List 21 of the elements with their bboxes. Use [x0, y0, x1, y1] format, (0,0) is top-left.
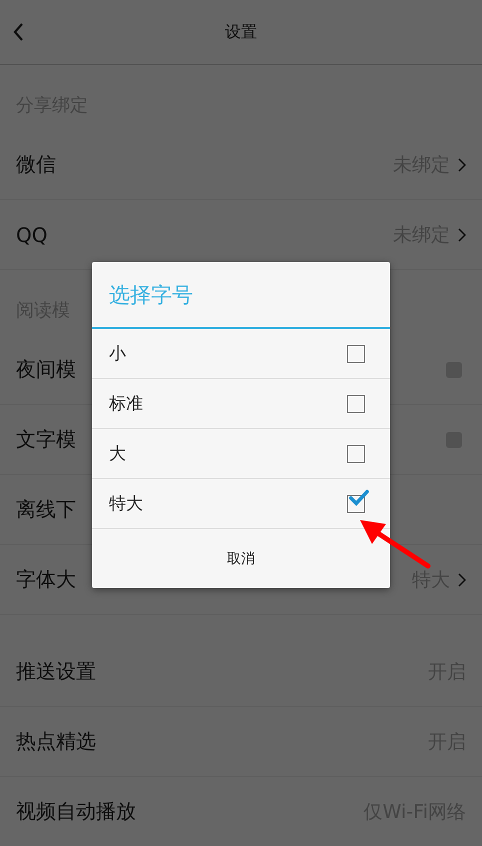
setting-label[interactable]: 热点精选 [16, 728, 96, 755]
setting-label[interactable]: QQ [16, 222, 48, 246]
option-label[interactable]: 标准 [109, 392, 347, 415]
setting-label[interactable]: 文字模 [16, 426, 76, 453]
setting-label[interactable]: 推送设置 [16, 658, 96, 685]
checkbox[interactable] [347, 488, 371, 512]
chevron-icon [458, 572, 466, 586]
setting-label[interactable]: 字体大 [16, 566, 76, 593]
option-label[interactable]: 特大 [109, 492, 347, 515]
chevron-icon [458, 158, 466, 172]
chevron-icon [458, 228, 466, 242]
page-title: 设置 [225, 22, 257, 42]
back-icon[interactable] [12, 22, 24, 42]
setting-label[interactable]: 离线下 [16, 496, 76, 523]
option-label[interactable]: 小 [109, 342, 347, 365]
setting-label[interactable]: 微信 [16, 151, 56, 178]
option-label[interactable]: 大 [109, 442, 347, 465]
dialog-title: 选择字号 [109, 282, 193, 308]
cancel-button[interactable]: 取消 [92, 529, 390, 588]
setting-label[interactable]: 夜间模 [16, 356, 76, 383]
setting-label[interactable]: 视频自动播放 [16, 798, 136, 825]
